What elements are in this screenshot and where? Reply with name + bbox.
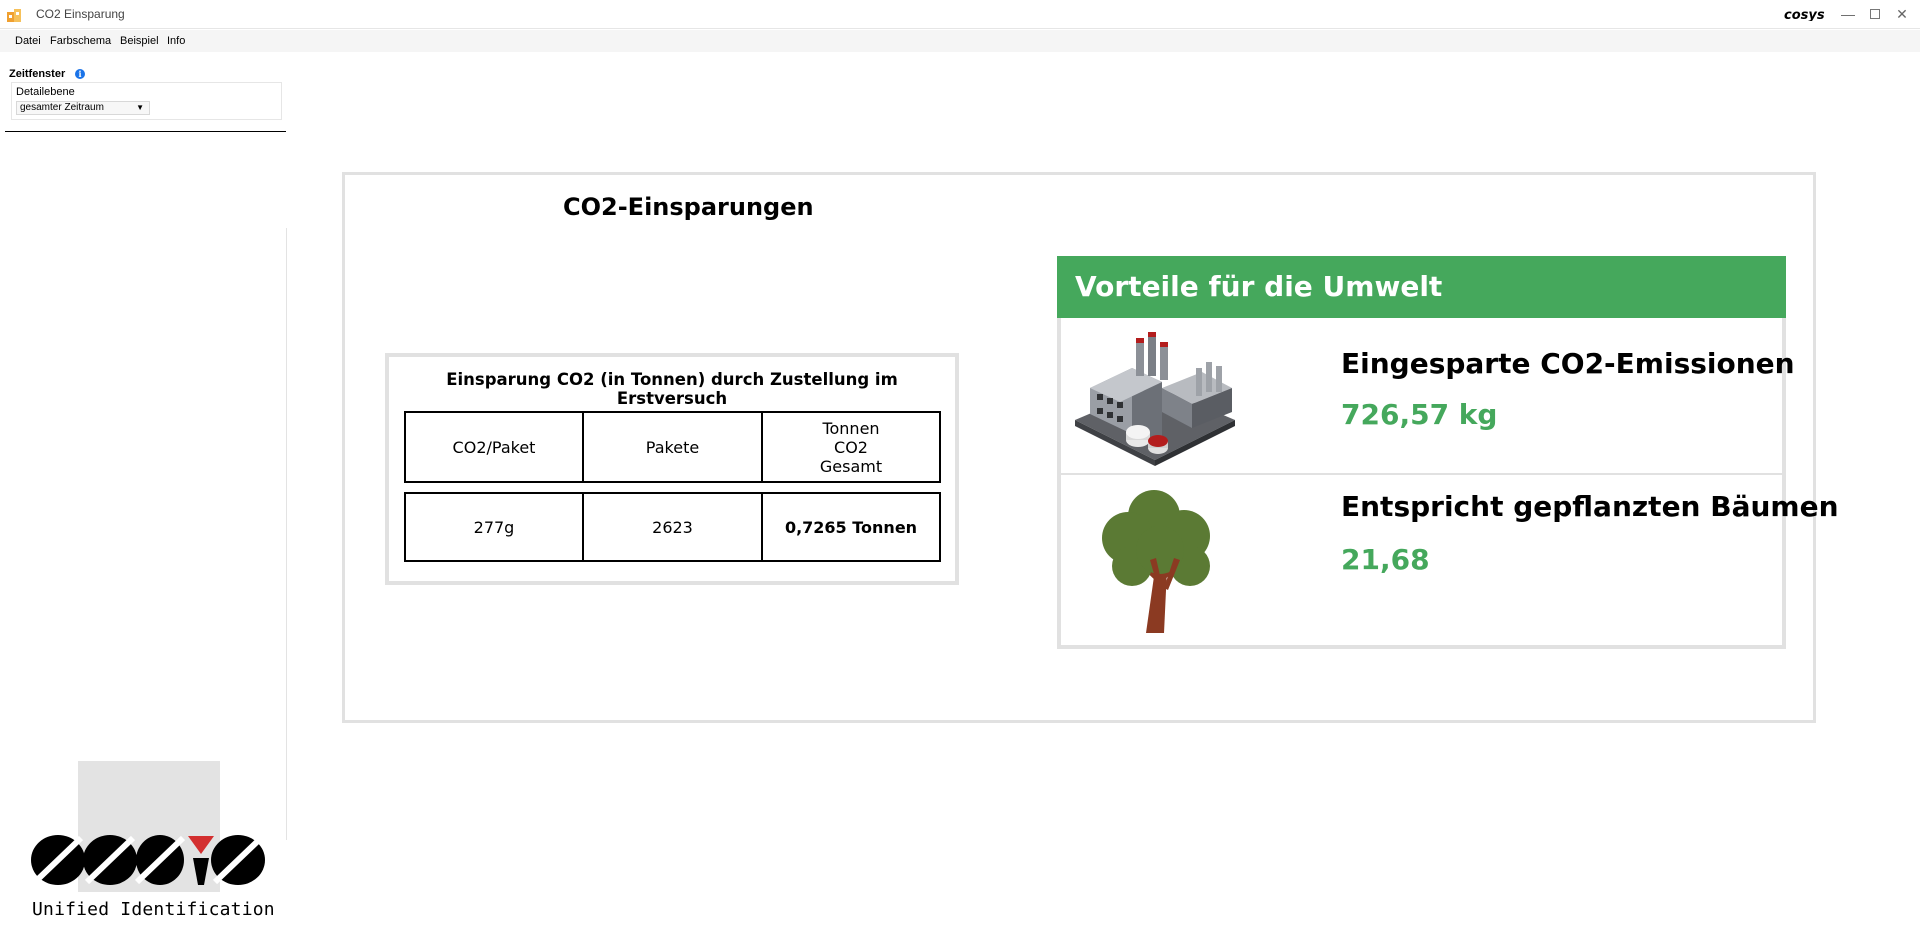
table-header-tons-total: Tonnen CO2 Gesamt	[761, 411, 941, 483]
table-header-packages: Pakete	[582, 411, 763, 483]
trees-label: Entspricht gepflanzten Bäumen	[1341, 490, 1839, 523]
svg-text:cosys: cosys	[1784, 8, 1825, 21]
time-window-label: Zeitfenster	[9, 68, 66, 80]
savings-table-caption: Einsparung CO2 (in Tonnen) durch Zustell…	[446, 370, 898, 408]
menu-bar: Datei Farbschema Beispiel Info	[0, 30, 1920, 52]
benefits-title: Vorteile für die Umwelt	[1075, 270, 1443, 303]
detail-level-value: gesamter Zeitraum	[20, 102, 104, 113]
window-title: CO2 Einsparung	[36, 7, 125, 21]
close-button[interactable]: ✕	[1892, 4, 1912, 24]
minimize-button[interactable]: —	[1838, 4, 1858, 24]
table-cell-packages: 2623	[582, 492, 763, 562]
info-icon[interactable]: i	[75, 69, 85, 79]
menu-item-datei[interactable]: Datei	[15, 35, 41, 47]
detail-level-label: Detailebene	[16, 86, 75, 98]
detail-level-select[interactable]: gesamter Zeitraum ▼	[16, 101, 150, 115]
app-icon	[7, 9, 21, 22]
benefits-separator	[1061, 473, 1782, 475]
trees-value: 21,68	[1341, 543, 1430, 576]
tree-icon	[1102, 490, 1210, 633]
dropdown-arrow-icon: ▼	[136, 103, 144, 112]
menu-item-info[interactable]: Info	[167, 35, 185, 47]
logo-tagline: Unified Identification	[32, 899, 275, 920]
co2-emissions-value: 726,57 kg	[1341, 398, 1498, 431]
cosys-small-logo: cosys	[1784, 8, 1825, 21]
maximize-button[interactable]	[1865, 4, 1885, 24]
menu-item-beispiel[interactable]: Beispiel	[120, 35, 159, 47]
table-header-co2-per-package: CO2/Paket	[404, 411, 584, 483]
title-bar: CO2 Einsparung cosys — ✕	[0, 0, 1920, 29]
sidebar-divider	[286, 228, 287, 840]
factory-icon	[1075, 332, 1235, 466]
sidebar-separator	[5, 131, 286, 132]
co2-emissions-label: Eingesparte CO2-Emissionen	[1341, 347, 1795, 380]
table-cell-tons-total: 0,7265 Tonnen	[761, 492, 941, 562]
page-title: CO2-Einsparungen	[563, 193, 814, 221]
menu-item-farbschema[interactable]: Farbschema	[50, 35, 111, 47]
table-cell-co2-per-package: 277g	[404, 492, 584, 562]
cosys-logo	[31, 835, 265, 885]
